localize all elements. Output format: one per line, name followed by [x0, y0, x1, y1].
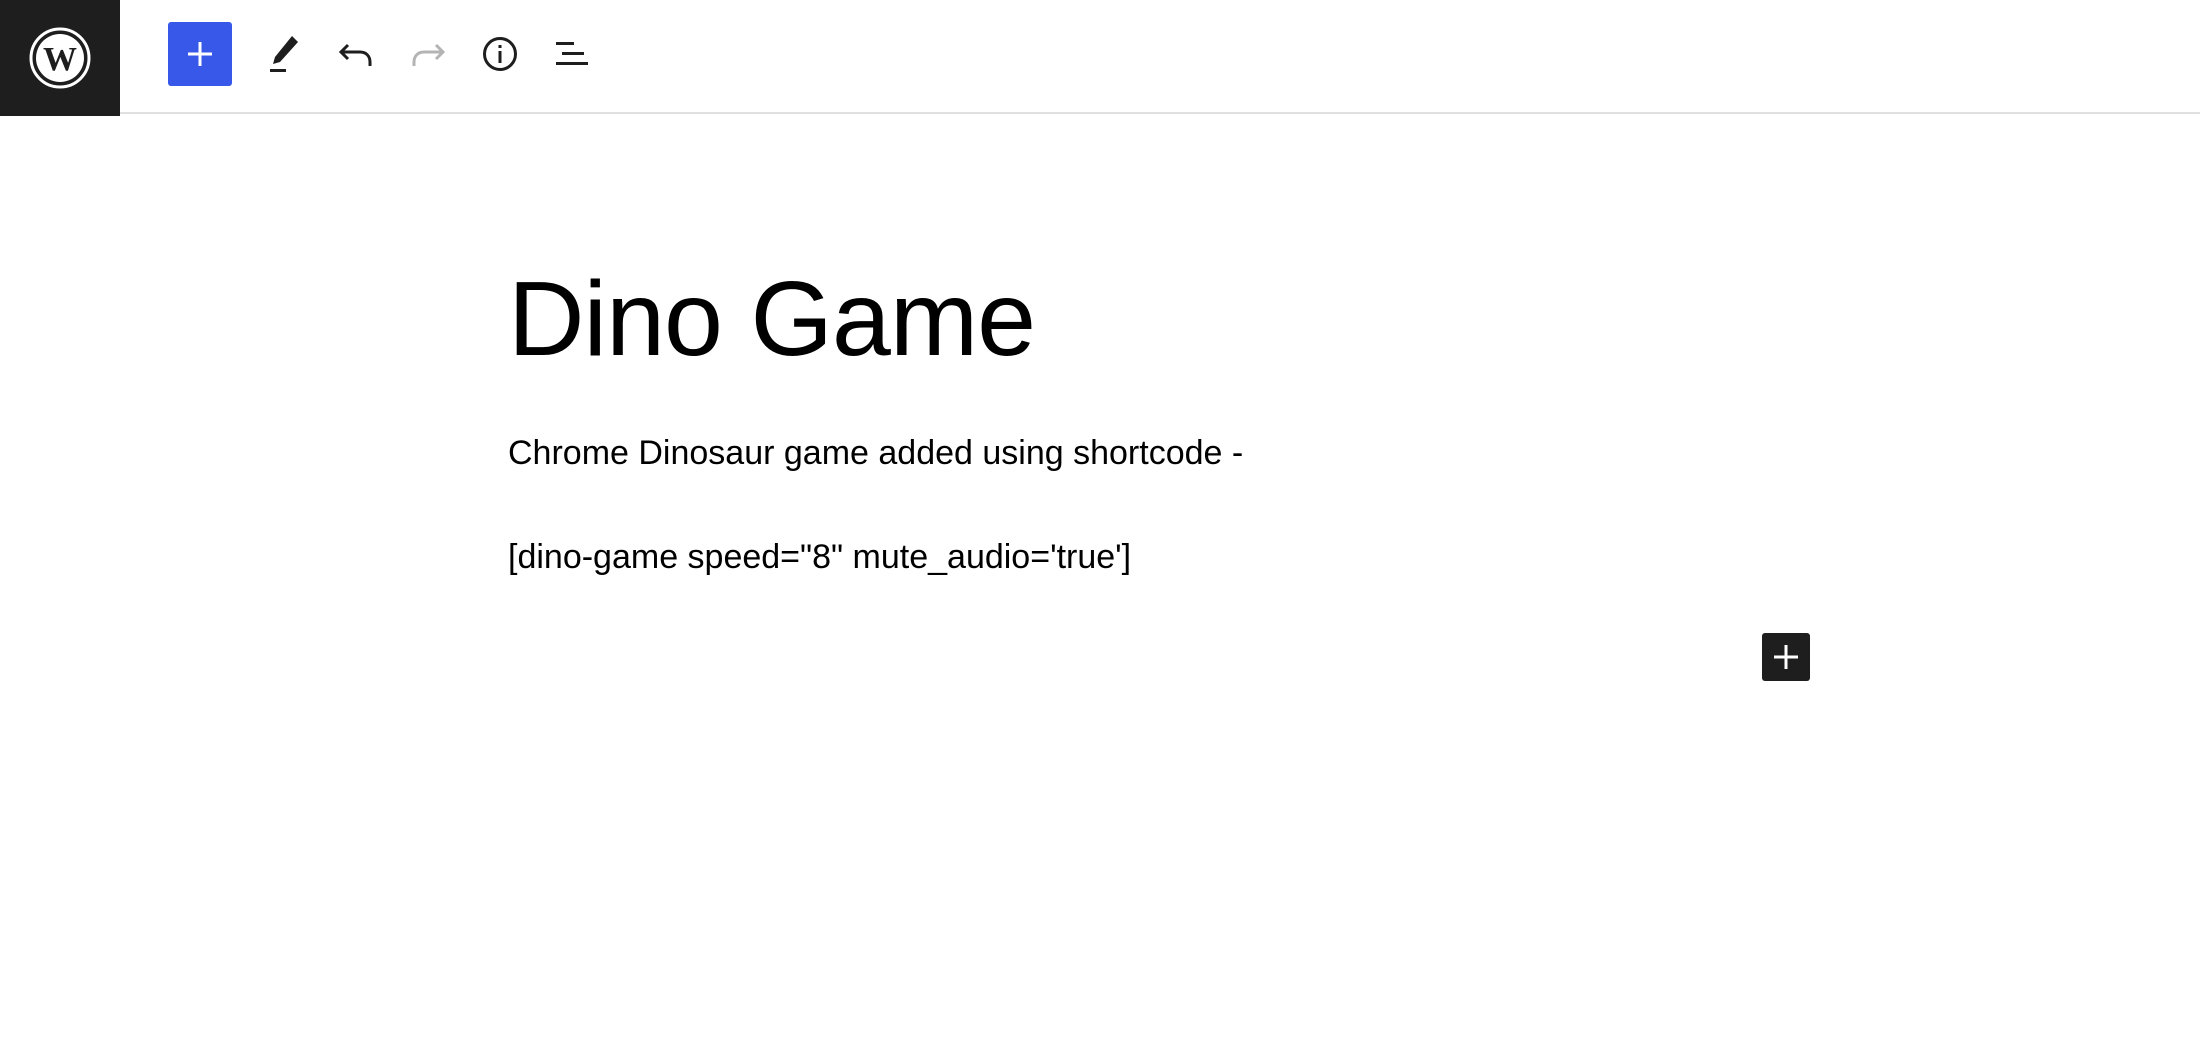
- svg-text:W: W: [43, 41, 77, 78]
- redo-icon: [412, 43, 446, 66]
- plus-icon: [1774, 645, 1798, 669]
- document-overview-button[interactable]: [540, 22, 604, 86]
- wordpress-logo-icon: W: [29, 27, 91, 89]
- add-block-button[interactable]: [1762, 633, 1810, 681]
- undo-button[interactable]: [324, 22, 388, 86]
- pencil-icon: [270, 36, 298, 72]
- editor-header: W: [0, 0, 2200, 116]
- paragraph-block[interactable]: [dino-game speed="8" mute_audio='true']: [508, 535, 1131, 579]
- editor-canvas: Dino Game Chrome Dinosaur game added usi…: [0, 116, 2200, 1064]
- post-title[interactable]: Dino Game: [508, 256, 1036, 383]
- undo-icon: [338, 43, 372, 66]
- info-icon: [483, 37, 517, 71]
- redo-button[interactable]: [396, 22, 460, 86]
- wordpress-home-button[interactable]: W: [0, 0, 120, 116]
- details-button[interactable]: [468, 22, 532, 86]
- block-inserter-button[interactable]: [168, 22, 232, 86]
- paragraph-block[interactable]: Chrome Dinosaur game added using shortco…: [508, 431, 1243, 475]
- list-view-icon: [556, 42, 588, 65]
- tools-button[interactable]: [252, 22, 316, 86]
- plus-icon: [188, 42, 212, 66]
